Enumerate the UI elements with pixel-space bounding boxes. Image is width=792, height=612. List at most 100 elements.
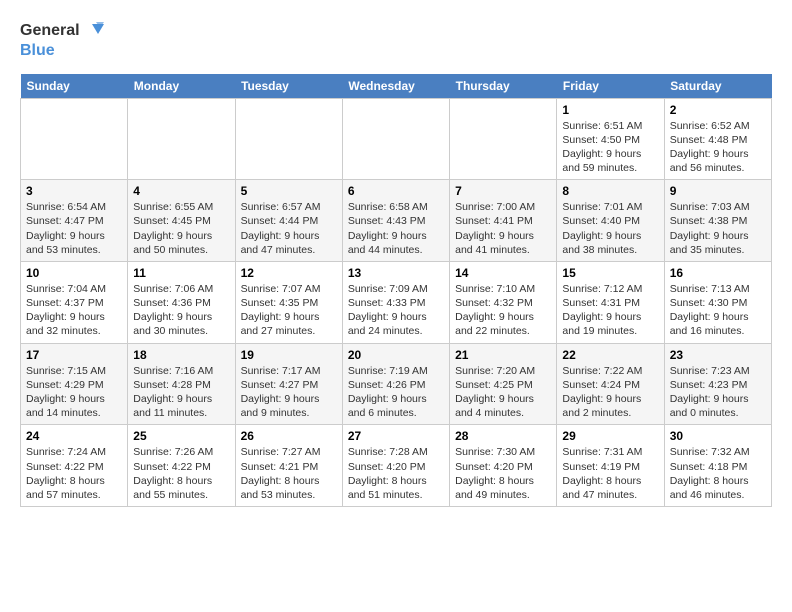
day-info: Sunrise: 7:19 AM Sunset: 4:26 PM Dayligh…: [348, 364, 444, 421]
day-cell: [21, 98, 128, 180]
day-number: 30: [670, 429, 766, 443]
day-info: Sunrise: 6:55 AM Sunset: 4:45 PM Dayligh…: [133, 200, 229, 257]
day-header-friday: Friday: [557, 74, 664, 99]
day-header-wednesday: Wednesday: [342, 74, 449, 99]
day-cell: 22Sunrise: 7:22 AM Sunset: 4:24 PM Dayli…: [557, 343, 664, 425]
day-cell: 11Sunrise: 7:06 AM Sunset: 4:36 PM Dayli…: [128, 261, 235, 343]
day-cell: 20Sunrise: 7:19 AM Sunset: 4:26 PM Dayli…: [342, 343, 449, 425]
day-info: Sunrise: 7:07 AM Sunset: 4:35 PM Dayligh…: [241, 282, 337, 339]
day-info: Sunrise: 7:28 AM Sunset: 4:20 PM Dayligh…: [348, 445, 444, 502]
day-number: 7: [455, 184, 551, 198]
day-cell: 19 Sunrise: 7:17 AM Sunset: 4:27 PM Dayli…: [235, 343, 342, 425]
day-info: Sunrise: 7:10 AM Sunset: 4:32 PM Dayligh…: [455, 282, 551, 339]
week-row-1: 1 Sunrise: 6:51 AM Sunset: 4:50 PM Daylig…: [21, 98, 772, 180]
logo-container: General Blue: [20, 16, 104, 64]
day-cell: 10 Sunrise: 7:04 AM Sunset: 4:37 PM Dayli…: [21, 261, 128, 343]
day-number: 1: [562, 103, 658, 117]
day-header-sunday: Sunday: [21, 74, 128, 99]
day-cell: 30 Sunrise: 7:32 AM Sunset: 4:18 PM Dayli…: [664, 425, 771, 507]
day-info: Sunrise: 7:03 AM Sunset: 4:38 PM Dayligh…: [670, 200, 766, 257]
day-cell: 23 Sunrise: 7:23 AM Sunset: 4:23 PM Dayli…: [664, 343, 771, 425]
day-info: Sunrise: 7:13 AM Sunset: 4:30 PM Dayligh…: [670, 282, 766, 339]
day-header-monday: Monday: [128, 74, 235, 99]
day-number: 2: [670, 103, 766, 117]
day-number: 5: [241, 184, 337, 198]
day-cell: [450, 98, 557, 180]
logo: General Blue: [20, 16, 104, 64]
day-number: 27: [348, 429, 444, 443]
day-number: 19: [241, 348, 337, 362]
day-number: 29: [562, 429, 658, 443]
day-cell: [235, 98, 342, 180]
day-info: Sunrise: 7:26 AM Sunset: 4:22 PM Dayligh…: [133, 445, 229, 502]
day-info: Sunrise: 6:57 AM Sunset: 4:44 PM Dayligh…: [241, 200, 337, 257]
day-info: Sunrise: 6:58 AM Sunset: 4:43 PM Dayligh…: [348, 200, 444, 257]
day-cell: 3 Sunrise: 6:54 AM Sunset: 4:47 PM Daylig…: [21, 180, 128, 262]
day-info: Sunrise: 7:24 AM Sunset: 4:22 PM Dayligh…: [26, 445, 122, 502]
day-info: Sunrise: 7:20 AM Sunset: 4:25 PM Dayligh…: [455, 364, 551, 421]
day-cell: [128, 98, 235, 180]
day-cell: 6 Sunrise: 6:58 AM Sunset: 4:43 PM Daylig…: [342, 180, 449, 262]
day-number: 24: [26, 429, 122, 443]
day-cell: 12 Sunrise: 7:07 AM Sunset: 4:35 PM Dayli…: [235, 261, 342, 343]
calendar-table: SundayMondayTuesdayWednesdayThursdayFrid…: [20, 74, 772, 507]
day-info: Sunrise: 6:51 AM Sunset: 4:50 PM Dayligh…: [562, 119, 658, 176]
day-number: 17: [26, 348, 122, 362]
day-cell: 13 Sunrise: 7:09 AM Sunset: 4:33 PM Dayli…: [342, 261, 449, 343]
day-number: 8: [562, 184, 658, 198]
day-cell: 18Sunrise: 7:16 AM Sunset: 4:28 PM Dayli…: [128, 343, 235, 425]
day-number: 9: [670, 184, 766, 198]
day-info: Sunrise: 6:52 AM Sunset: 4:48 PM Dayligh…: [670, 119, 766, 176]
day-number: 12: [241, 266, 337, 280]
day-info: Sunrise: 7:32 AM Sunset: 4:18 PM Dayligh…: [670, 445, 766, 502]
day-number: 10: [26, 266, 122, 280]
week-row-2: 3 Sunrise: 6:54 AM Sunset: 4:47 PM Daylig…: [21, 180, 772, 262]
day-number: 6: [348, 184, 444, 198]
day-number: 25: [133, 429, 229, 443]
day-cell: 26Sunrise: 7:27 AM Sunset: 4:21 PM Dayli…: [235, 425, 342, 507]
day-info: Sunrise: 7:12 AM Sunset: 4:31 PM Dayligh…: [562, 282, 658, 339]
day-cell: 14Sunrise: 7:10 AM Sunset: 4:32 PM Dayli…: [450, 261, 557, 343]
day-cell: 17 Sunrise: 7:15 AM Sunset: 4:29 PM Dayli…: [21, 343, 128, 425]
day-info: Sunrise: 7:00 AM Sunset: 4:41 PM Dayligh…: [455, 200, 551, 257]
day-number: 26: [241, 429, 337, 443]
day-info: Sunrise: 7:31 AM Sunset: 4:19 PM Dayligh…: [562, 445, 658, 502]
day-info: Sunrise: 7:30 AM Sunset: 4:20 PM Dayligh…: [455, 445, 551, 502]
day-cell: [342, 98, 449, 180]
day-cell: 8 Sunrise: 7:01 AM Sunset: 4:40 PM Daylig…: [557, 180, 664, 262]
day-info: Sunrise: 7:09 AM Sunset: 4:33 PM Dayligh…: [348, 282, 444, 339]
day-header-thursday: Thursday: [450, 74, 557, 99]
day-cell: 7 Sunrise: 7:00 AM Sunset: 4:41 PM Daylig…: [450, 180, 557, 262]
day-info: Sunrise: 7:17 AM Sunset: 4:27 PM Dayligh…: [241, 364, 337, 421]
day-info: Sunrise: 7:15 AM Sunset: 4:29 PM Dayligh…: [26, 364, 122, 421]
day-number: 15: [562, 266, 658, 280]
day-cell: 27 Sunrise: 7:28 AM Sunset: 4:20 PM Dayli…: [342, 425, 449, 507]
day-number: 23: [670, 348, 766, 362]
day-info: Sunrise: 7:01 AM Sunset: 4:40 PM Dayligh…: [562, 200, 658, 257]
day-cell: 15 Sunrise: 7:12 AM Sunset: 4:31 PM Dayli…: [557, 261, 664, 343]
day-cell: 28Sunrise: 7:30 AM Sunset: 4:20 PM Dayli…: [450, 425, 557, 507]
days-header-row: SundayMondayTuesdayWednesdayThursdayFrid…: [21, 74, 772, 99]
day-number: 18: [133, 348, 229, 362]
day-cell: 1 Sunrise: 6:51 AM Sunset: 4:50 PM Daylig…: [557, 98, 664, 180]
day-cell: 9 Sunrise: 7:03 AM Sunset: 4:38 PM Daylig…: [664, 180, 771, 262]
day-number: 22: [562, 348, 658, 362]
day-number: 4: [133, 184, 229, 198]
day-number: 16: [670, 266, 766, 280]
week-row-5: 24 Sunrise: 7:24 AM Sunset: 4:22 PM Dayli…: [21, 425, 772, 507]
day-cell: 24 Sunrise: 7:24 AM Sunset: 4:22 PM Dayli…: [21, 425, 128, 507]
day-cell: 2 Sunrise: 6:52 AM Sunset: 4:48 PM Daylig…: [664, 98, 771, 180]
day-info: Sunrise: 7:06 AM Sunset: 4:36 PM Dayligh…: [133, 282, 229, 339]
day-info: Sunrise: 6:54 AM Sunset: 4:47 PM Dayligh…: [26, 200, 122, 257]
day-number: 21: [455, 348, 551, 362]
logo-blue-text: Blue: [20, 42, 104, 60]
day-cell: 4 Sunrise: 6:55 AM Sunset: 4:45 PM Daylig…: [128, 180, 235, 262]
day-cell: 21 Sunrise: 7:20 AM Sunset: 4:25 PM Dayli…: [450, 343, 557, 425]
day-number: 3: [26, 184, 122, 198]
day-number: 13: [348, 266, 444, 280]
day-cell: 16 Sunrise: 7:13 AM Sunset: 4:30 PM Dayli…: [664, 261, 771, 343]
day-info: Sunrise: 7:04 AM Sunset: 4:37 PM Dayligh…: [26, 282, 122, 339]
day-cell: 25 Sunrise: 7:26 AM Sunset: 4:22 PM Dayli…: [128, 425, 235, 507]
day-info: Sunrise: 7:23 AM Sunset: 4:23 PM Dayligh…: [670, 364, 766, 421]
logo-general-text: General: [20, 22, 80, 40]
